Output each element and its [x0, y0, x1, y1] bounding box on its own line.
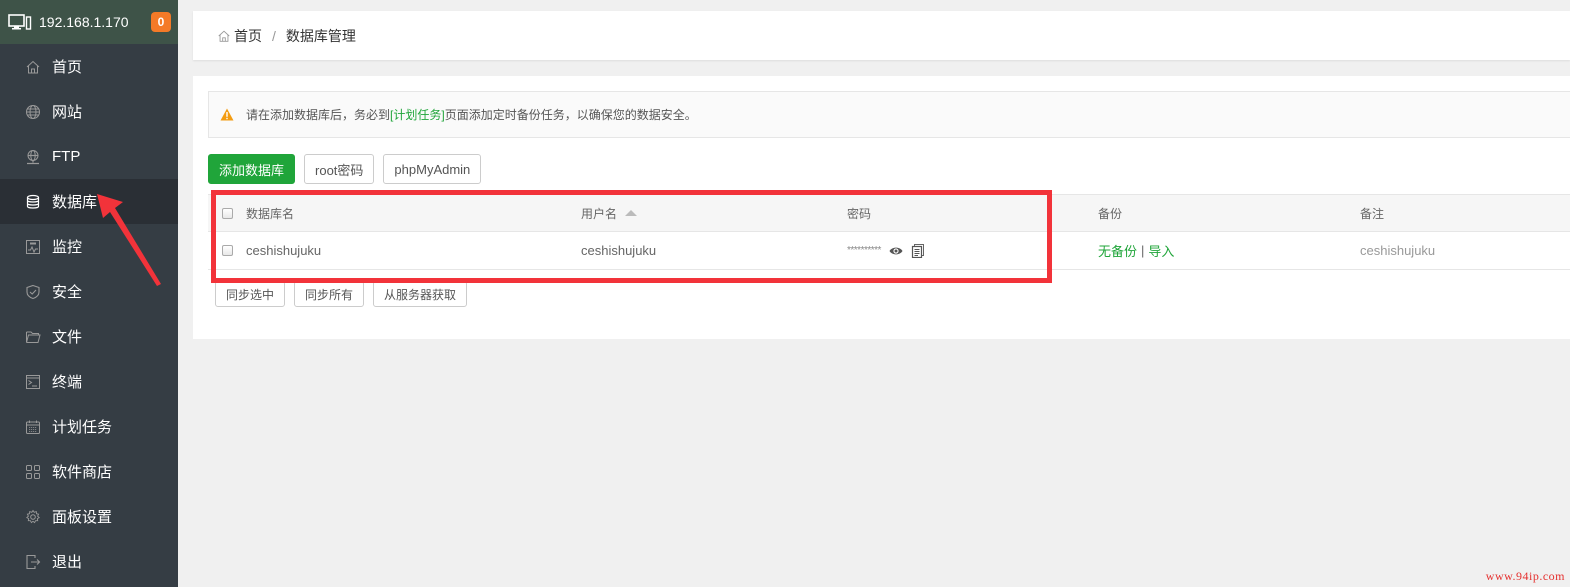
sidebar-item-website[interactable]: 网站 [0, 89, 178, 134]
root-password-button[interactable]: root密码 [304, 154, 375, 184]
calendar-icon [25, 419, 41, 435]
server-header: 192.168.1.170 0 [0, 0, 178, 44]
sidebar-item-terminal[interactable]: 终端 [0, 359, 178, 404]
sidebar-item-monitor[interactable]: 监控 [0, 224, 178, 269]
cron-task-link[interactable]: [计划任务] [390, 106, 445, 123]
copy-icon[interactable] [911, 243, 925, 258]
sidebar-item-security[interactable]: 安全 [0, 269, 178, 314]
home-icon [218, 30, 230, 42]
server-ip: 192.168.1.170 [39, 14, 129, 30]
sidebar-item-app-store[interactable]: 软件商店 [0, 449, 178, 494]
header-db-name: 数据库名 [246, 206, 295, 221]
sidebar-nav: 首页 网站 FTP 数据库 监控 安全 文件 终端 计划任务 软件商店 面板设置… [0, 44, 178, 584]
sidebar-item-cron[interactable]: 计划任务 [0, 404, 178, 449]
sidebar-item-label: 监控 [52, 239, 83, 256]
sidebar-item-label: 软件商店 [52, 464, 113, 481]
sort-ascending-icon [625, 210, 638, 216]
eye-icon[interactable] [889, 244, 903, 258]
sync-all-button[interactable]: 同步所有 [294, 281, 365, 307]
backup-notice: 请在添加数据库后，务必到 [计划任务] 页面添加定时备份任务，以确保您的数据安全… [208, 91, 1570, 138]
db-password-masked: ********** [847, 245, 881, 256]
add-database-button[interactable]: 添加数据库 [208, 154, 296, 184]
monitor-icon [25, 239, 41, 255]
header-username-sortable[interactable]: 用户名 [581, 205, 847, 222]
ftp-icon [25, 149, 41, 165]
sync-selected-button[interactable]: 同步选中 [215, 281, 286, 307]
sidebar-item-label: 退出 [52, 554, 83, 571]
backup-separator: | [1141, 243, 1145, 258]
phpmyadmin-button[interactable]: phpMyAdmin [383, 154, 482, 184]
db-note[interactable]: ceshishujuku [1360, 243, 1435, 258]
sidebar-item-label: 网站 [52, 104, 83, 121]
terminal-icon [25, 374, 41, 390]
no-backup-link[interactable]: 无备份 [1098, 241, 1137, 260]
sidebar-item-label: FTP [52, 148, 81, 165]
header-note: 备注 [1360, 206, 1385, 221]
warning-icon [220, 108, 234, 121]
notification-badge[interactable]: 0 [151, 12, 171, 32]
header-password: 密码 [847, 206, 872, 221]
breadcrumb-home-link[interactable]: 首页 [234, 26, 262, 46]
sidebar-item-label: 安全 [52, 284, 83, 301]
bottom-toolbar: 同步选中 同步所有 从服务器获取 [215, 281, 468, 307]
notice-suffix: 页面添加定时备份任务，以确保您的数据安全。 [444, 108, 697, 122]
sidebar-item-home[interactable]: 首页 [0, 44, 178, 89]
gear-icon [25, 509, 41, 525]
watermark: www.94ip.com [1485, 569, 1565, 583]
fetch-from-server-button[interactable]: 从服务器获取 [373, 281, 468, 307]
sidebar-item-label: 终端 [52, 374, 83, 391]
header-username: 用户名 [581, 206, 618, 221]
db-username: ceshishujuku [581, 243, 657, 258]
breadcrumb: 首页 / 数据库管理 [193, 11, 1570, 60]
folder-icon [25, 329, 41, 345]
apps-grid-icon [25, 464, 41, 480]
row-checkbox[interactable] [221, 245, 233, 256]
table-row: ceshishujuku ceshishujuku ********** 无备份… [208, 232, 1570, 270]
toolbar: 添加数据库 root密码 phpMyAdmin [208, 154, 482, 184]
sidebar-item-label: 面板设置 [52, 509, 113, 526]
import-link[interactable]: 导入 [1148, 241, 1174, 260]
sidebar-item-settings[interactable]: 面板设置 [0, 494, 178, 539]
logout-icon [25, 554, 41, 570]
computer-icon [8, 14, 32, 30]
sidebar-item-label: 计划任务 [52, 419, 113, 436]
breadcrumb-separator: / [272, 27, 276, 44]
table-header: 数据库名 用户名 密码 备份 备注 [208, 194, 1570, 232]
db-name: ceshishujuku [246, 243, 322, 258]
sidebar-item-ftp[interactable]: FTP [0, 134, 178, 179]
sidebar-item-logout[interactable]: 退出 [0, 539, 178, 584]
globe-icon [25, 104, 41, 120]
notice-prefix: 请在添加数据库后，务必到 [246, 108, 391, 122]
database-table: 数据库名 用户名 密码 备份 备注 ceshishujuku ceshishuj… [208, 194, 1570, 270]
database-icon [25, 194, 41, 210]
breadcrumb-current: 数据库管理 [285, 27, 356, 44]
sidebar: 192.168.1.170 0 首页 网站 FTP 数据库 监控 安全 文件 终… [0, 0, 178, 587]
database-panel: 请在添加数据库后，务必到 [计划任务] 页面添加定时备份任务，以确保您的数据安全… [193, 76, 1570, 339]
sidebar-item-files[interactable]: 文件 [0, 314, 178, 359]
sidebar-item-label: 数据库 [52, 194, 98, 211]
home-icon [25, 59, 41, 75]
select-all-checkbox[interactable] [221, 207, 233, 219]
header-backup: 备份 [1098, 206, 1123, 221]
sidebar-item-label: 文件 [52, 329, 83, 346]
sidebar-item-database[interactable]: 数据库 [0, 179, 178, 224]
shield-icon [25, 284, 41, 300]
sidebar-item-label: 首页 [52, 59, 83, 76]
